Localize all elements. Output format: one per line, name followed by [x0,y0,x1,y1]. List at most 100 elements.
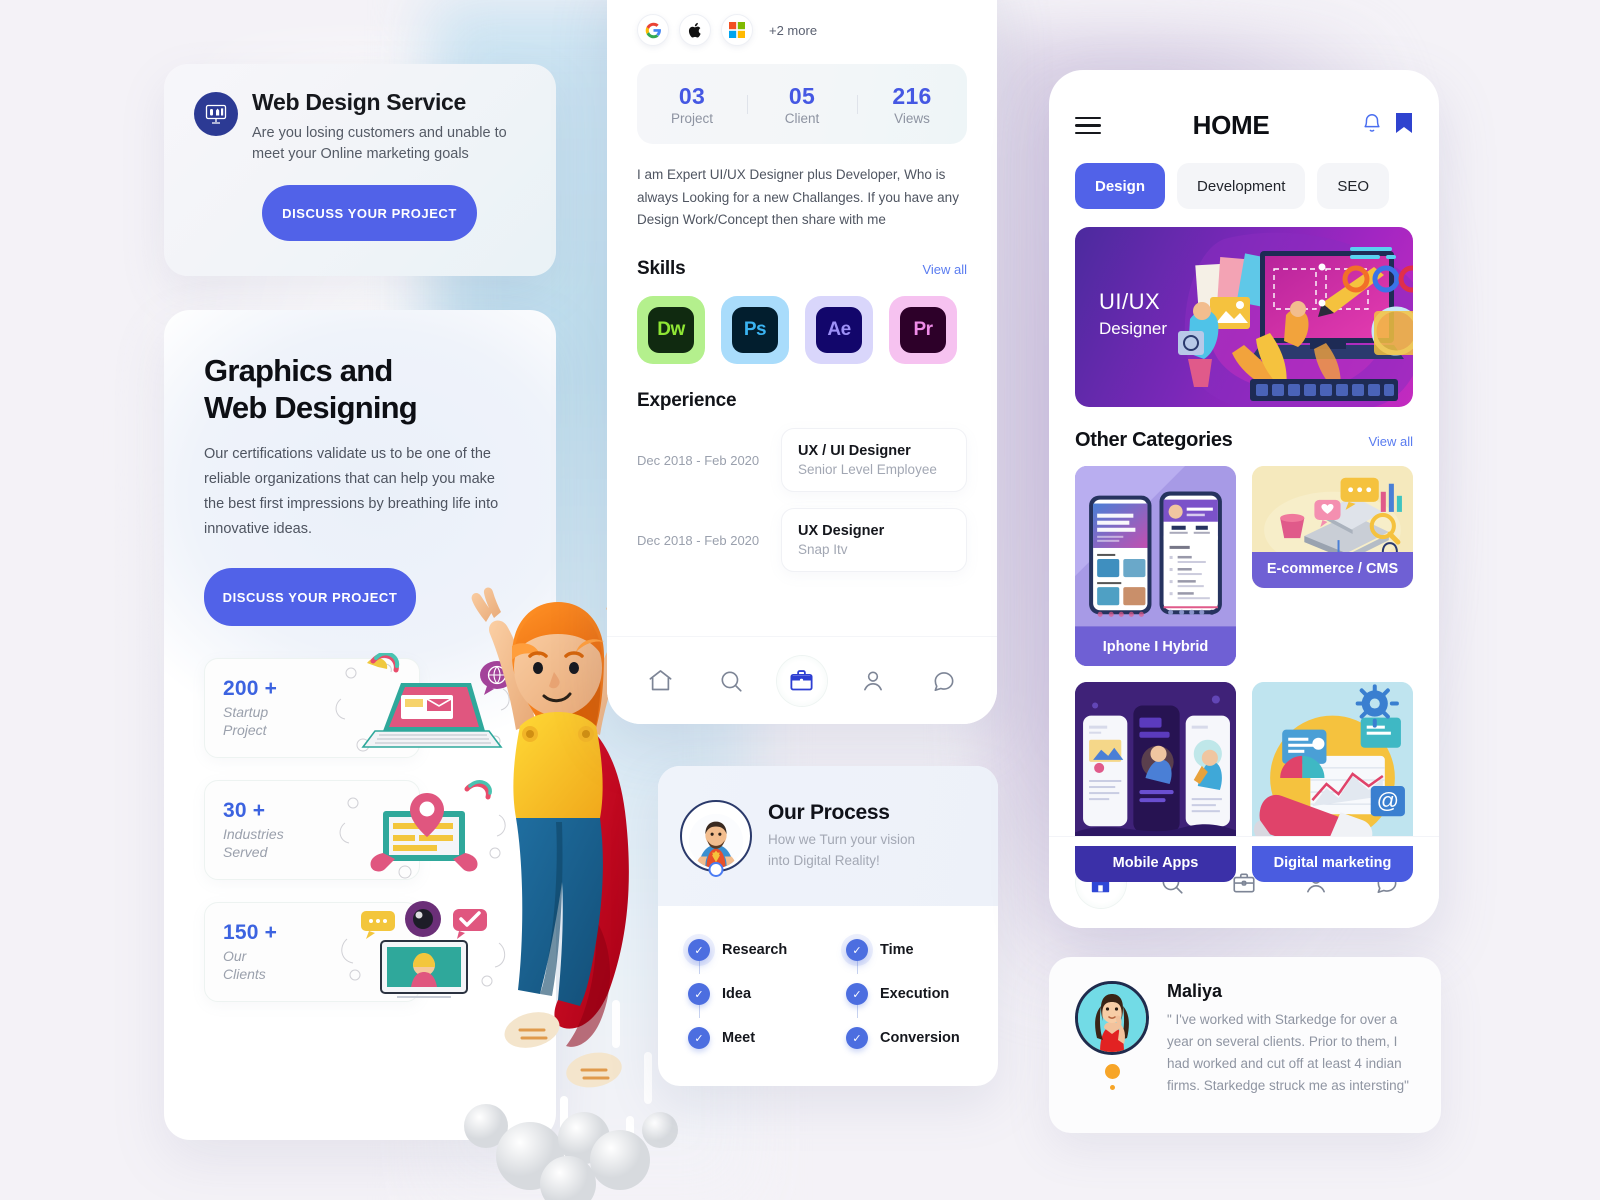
page-title: HOME [1192,110,1270,140]
stat-label-line1: Startup [223,704,269,721]
nav-chat-icon[interactable] [919,656,969,706]
process-step-label: Conversion [880,1030,960,1046]
skill-code: Pr [900,307,946,354]
our-process-title: Our Process [768,801,890,825]
other-categories-heading: Other Categories [1075,429,1233,451]
experience-card[interactable]: UX Designer Snap Itv [781,508,967,573]
category-mobile-apps[interactable]: Mobile Apps [1075,682,1236,882]
check-icon: ✓ [688,1027,710,1049]
testimonial-dot-large [1104,1064,1120,1079]
dreamweaver-icon[interactable]: Dw [637,296,705,365]
stat-card-our-clients: 150 + Our Clients [204,901,506,1003]
service-card-description: Are you losing customers and unable to m… [252,125,507,163]
map-pin-doodle-illustration [339,780,506,879]
graphics-web-designing-card: Graphics and Web Designing Our certifica… [164,310,556,1140]
skill-code: Ps [732,307,778,354]
category-label: Mobile Apps [1075,846,1236,882]
experience-card[interactable]: UX / UI Designer Senior Level Employee [781,428,967,493]
skills-view-all-link[interactable]: View all [922,262,967,277]
banner-caption: UI/UX Designer [1099,289,1167,339]
process-step[interactable]: ✓ Meet [688,1016,810,1060]
our-process-card: Our Process How we Turn your vision into… [658,766,998,1086]
tab-development[interactable]: Development [1177,163,1306,209]
skill-code: Ae [816,307,862,354]
check-icon: ✓ [846,1027,868,1049]
testimonial-avatar-wrap [1075,981,1149,1109]
video-call-doodle-illustration [341,901,506,999]
discuss-your-project-button-top[interactable]: DISCUSS YOUR PROJECT [262,185,477,242]
tab-design[interactable]: Design [1075,163,1166,209]
category-digital-marketing[interactable]: @ Digital marketing [1252,682,1413,882]
category-tabs: Design Development SEO [1075,163,1413,209]
process-steps-right-column: ✓ Time ✓ Execution ✓ Conversion [846,928,968,1060]
check-icon: ✓ [688,939,710,961]
company-logos-row: +2 more [637,14,967,46]
stat-value: 03 [678,82,706,109]
experience-row: Dec 2018 - Feb 2020 UX / UI Designer Sen… [637,428,967,493]
after-effects-icon[interactable]: Ae [805,296,873,365]
category-label: E-commerce / CMS [1252,552,1413,588]
skills-heading: Skills [637,258,686,280]
home-header: HOME [1075,110,1413,141]
check-icon: ✓ [846,939,868,961]
stat-number: 30 + [223,799,266,823]
ui-ux-designer-banner[interactable]: UI/UX Designer [1075,227,1413,407]
stat-label-line1: Industries [223,826,284,843]
premiere-icon[interactable]: Pr [889,296,957,365]
bell-icon[interactable] [1361,112,1383,139]
process-step[interactable]: ✓ Execution [846,972,968,1018]
experience-role: UX / UI Designer [798,443,911,460]
stat-views: 216 Views [857,83,967,126]
experience-section-header: Experience [637,390,967,412]
more-logos-label[interactable]: +2 more [769,23,817,38]
experience-heading: Experience [637,390,737,412]
category-iphone-hybrid[interactable]: Iphone I Hybrid [1075,466,1236,666]
discuss-your-project-button-main[interactable]: DISCUSS YOUR PROJECT [204,568,416,627]
skills-section-header: Skills View all [637,258,967,280]
other-categories-header: Other Categories View all [1075,429,1413,452]
apple-logo[interactable] [679,14,711,46]
process-step[interactable]: ✓ Conversion [846,1016,968,1060]
maliya-avatar [1075,981,1149,1055]
hamburger-icon[interactable] [1075,116,1101,135]
process-step[interactable]: ✓ Research [688,928,810,974]
check-icon: ✓ [846,983,868,1005]
process-step[interactable]: ✓ Time [846,928,968,974]
home-phone-screen: HOME Design Development SEO UI/UX Design… [1049,70,1439,928]
microsoft-logo[interactable] [721,14,753,46]
stat-label: Views [894,110,930,126]
categories-view-all-link[interactable]: View all [1368,434,1413,449]
testimonial-card: Maliya " I've worked with Starkedge for … [1049,957,1441,1133]
categories-grid: Iphone I Hybrid E-commerce / CMS Mobile … [1075,466,1413,882]
profile-bio-text: I am Expert UI/UX Designer plus Develope… [637,167,959,228]
nav-briefcase-icon[interactable] [776,655,827,706]
graphics-card-title-line2: Web Designing [204,390,418,426]
our-process-subtitle-line2: into Digital Reality! [768,852,880,868]
bookmark-icon[interactable] [1395,112,1413,139]
avatar-status-dot [708,862,724,877]
category-ecommerce-cms[interactable]: E-commerce / CMS [1252,466,1413,588]
category-label: Iphone I Hybrid [1075,630,1236,666]
process-step-label: Execution [880,986,950,1002]
check-icon: ✓ [688,983,710,1005]
process-step-label: Research [722,942,788,958]
our-process-steps: ✓ Research ✓ Idea ✓ Meet ✓ Time ✓ Execut… [658,906,998,1082]
process-step-label: Meet [722,1030,756,1046]
stat-number: 200 + [223,677,278,701]
experience-subtitle: Senior Level Employee [798,462,937,478]
tab-seo[interactable]: SEO [1317,163,1390,209]
nav-home-icon[interactable] [635,656,685,706]
nav-profile-icon[interactable] [848,656,898,706]
graphics-card-description: Our certifications validate us to be one… [204,446,499,538]
google-logo[interactable] [637,14,669,46]
photoshop-icon[interactable]: Ps [721,296,789,365]
skill-code: Dw [648,307,694,354]
service-card-header: Web Design Service Are you losing custom… [194,89,526,165]
stat-label: Client [784,110,820,126]
nav-search-icon[interactable] [706,656,756,706]
experience-role: UX Designer [798,523,885,540]
stat-card-industries-served: 30 + Industries Served [204,780,506,881]
stat-client: 05 Client [747,83,857,126]
our-process-subtitle-line1: How we Turn your vision [768,832,916,848]
process-step[interactable]: ✓ Idea [688,972,810,1018]
